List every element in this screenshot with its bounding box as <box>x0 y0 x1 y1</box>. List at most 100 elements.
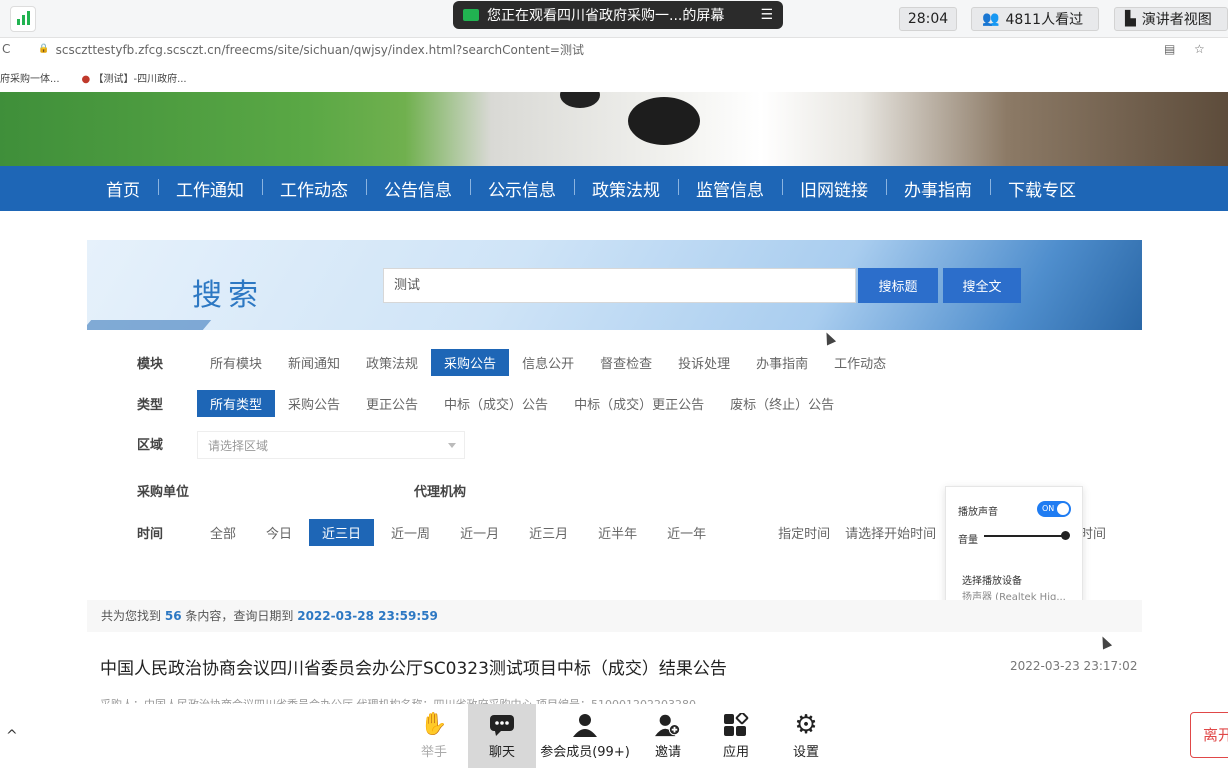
module-option[interactable]: 政策法规 <box>353 349 431 376</box>
meeting-toolbar: ✋ 举手 聊天 参会成员(99+) 邀请 应用 ⚙ 设置 <box>0 704 1228 768</box>
volume-label: 音量 <box>958 535 978 546</box>
reader-icon[interactable]: ▤ <box>1164 42 1175 56</box>
chat-icon <box>489 713 515 737</box>
bookmark-item[interactable]: ● 【测试】-四川政府... <box>82 70 187 85</box>
type-option-selected[interactable]: 所有类型 <box>197 390 276 417</box>
star-icon[interactable]: ☆ <box>1194 42 1205 56</box>
meeting-top-bar: 您正在观看四川省政府采购一...的屏幕 ☰ 28:04 👥 4811人看过 ▙ … <box>0 0 1228 38</box>
module-option[interactable]: 工作动态 <box>821 349 899 376</box>
screen-share-banner[interactable]: 您正在观看四川省政府采购一...的屏幕 ☰ <box>453 1 783 29</box>
result-prefix: 共为您找到 <box>101 609 162 623</box>
nav-item-home[interactable]: 首页 <box>88 176 158 201</box>
mouse-cursor <box>1097 634 1113 650</box>
nav-item-policy[interactable]: 政策法规 <box>574 176 678 201</box>
agency-label: 代理机构 <box>414 485 467 500</box>
device-label: 选择播放设备 <box>962 576 1022 587</box>
nav-item-supervision[interactable]: 监管信息 <box>678 176 782 201</box>
members-label: 参会成员(99+) <box>540 744 630 760</box>
members-button[interactable]: 参会成员(99+) <box>540 704 630 768</box>
time-label: 时间 <box>137 527 164 542</box>
volume-slider[interactable] <box>984 531 1070 540</box>
play-sound-label: 播放声音 <box>958 507 998 518</box>
time-option[interactable]: 近一年 <box>654 519 719 546</box>
result-date: 2022-03-23 23:17:02 <box>1010 659 1138 673</box>
url-text[interactable]: scsczttestyfb.zfcg.scsczt.cn/freecms/sit… <box>56 41 584 58</box>
time-option[interactable]: 今日 <box>253 519 305 546</box>
custom-time-label: 指定时间 <box>778 527 831 542</box>
leave-button[interactable]: 离开 <box>1190 712 1228 758</box>
result-title-link[interactable]: 中国人民政治协商会议四川省委员会办公厅SC0323测试项目中标（成交）结果公告 <box>100 654 727 679</box>
volume-knob[interactable] <box>1061 531 1070 540</box>
meeting-timer: 28:04 <box>899 7 957 31</box>
decoration <box>87 320 212 330</box>
address-bar[interactable]: C 🔒 scsczttestyfb.zfcg.scsczt.cn/freecms… <box>0 38 1228 60</box>
nav-item-guide[interactable]: 办事指南 <box>886 176 990 201</box>
type-option[interactable]: 中标（成交）更正公告 <box>561 390 717 417</box>
raise-hand-button[interactable]: ✋ 举手 <box>400 704 468 768</box>
module-option[interactable]: 办事指南 <box>743 349 821 376</box>
time-option[interactable]: 全部 <box>197 519 249 546</box>
type-label: 类型 <box>137 398 164 413</box>
nav-item-publicity[interactable]: 公示信息 <box>470 176 574 201</box>
search-panel: 搜索 测试 搜标题 搜全文 <box>87 240 1142 330</box>
time-option[interactable]: 近一周 <box>378 519 443 546</box>
nav-item-old-links[interactable]: 旧网链接 <box>782 176 886 201</box>
result-summary: 共为您找到 56 条内容，查询日期到 2022-03-28 23:59:59 <box>87 600 1142 632</box>
sound-toggle[interactable]: ON <box>1037 501 1071 517</box>
gear-icon: ⚙ <box>794 709 818 740</box>
nav-item-work-notice[interactable]: 工作通知 <box>158 176 262 201</box>
end-time-input[interactable]: 时间 <box>1080 523 1106 542</box>
raise-hand-label: 举手 <box>420 744 447 760</box>
result-suffix: 条内容，查询日期到 <box>185 609 294 623</box>
chevron-down-icon <box>448 443 456 448</box>
start-time-input[interactable]: 请选择开始时间 <box>843 519 949 546</box>
invite-label: 邀请 <box>654 744 681 760</box>
panda-image <box>560 92 600 108</box>
time-option[interactable]: 近一月 <box>447 519 512 546</box>
module-option[interactable]: 投诉处理 <box>665 349 743 376</box>
time-option[interactable]: 近三月 <box>516 519 581 546</box>
menu-icon[interactable]: ☰ <box>760 7 773 23</box>
module-option[interactable]: 信息公开 <box>509 349 587 376</box>
purchaser-row: 采购单位 代理机构 <box>137 481 494 500</box>
viewer-count[interactable]: 👥 4811人看过 <box>971 7 1099 31</box>
apps-button[interactable]: 应用 <box>702 704 770 768</box>
signal-strength-icon[interactable] <box>10 6 36 32</box>
search-fulltext-button[interactable]: 搜全文 <box>943 268 1021 303</box>
nav-item-work-news[interactable]: 工作动态 <box>262 176 366 201</box>
search-input[interactable]: 测试 <box>383 268 856 303</box>
type-option[interactable]: 更正公告 <box>353 390 431 417</box>
add-user-icon <box>655 713 681 737</box>
emblem-icon: ● <box>81 73 91 85</box>
time-filter-row: 时间 全部 今日 近三日 近一周 近一月 近三月 近半年 近一年 指定时间 请选… <box>137 519 949 546</box>
screen-share-text: 您正在观看四川省政府采购一...的屏幕 <box>487 8 725 24</box>
view-mode-label: 演讲者视图 <box>1141 12 1212 28</box>
view-mode-button[interactable]: ▙ 演讲者视图 <box>1114 7 1228 31</box>
bookmark-item[interactable]: 府采购一体... <box>0 70 60 85</box>
type-option[interactable]: 中标（成交）公告 <box>431 390 561 417</box>
module-option-selected[interactable]: 采购公告 <box>431 349 510 376</box>
module-option[interactable]: 督查检查 <box>587 349 665 376</box>
type-option[interactable]: 废标（终止）公告 <box>717 390 847 417</box>
reload-icon[interactable]: C <box>2 42 10 56</box>
invite-button[interactable]: 邀请 <box>634 704 702 768</box>
time-option[interactable]: 近半年 <box>585 519 650 546</box>
viewer-count-text: 4811人看过 <box>1005 12 1084 28</box>
region-filter-row: 区域 <box>137 434 197 453</box>
nav-item-announcements[interactable]: 公告信息 <box>366 176 470 201</box>
chevron-up-icon[interactable]: ^ <box>6 728 18 744</box>
nav-item-downloads[interactable]: 下载专区 <box>990 176 1094 201</box>
region-select[interactable]: 请选择区域 <box>197 431 465 459</box>
chat-button[interactable]: 聊天 <box>468 704 536 768</box>
module-label: 模块 <box>137 357 164 372</box>
search-title-button[interactable]: 搜标题 <box>858 268 938 303</box>
type-option[interactable]: 采购公告 <box>275 390 353 417</box>
settings-button[interactable]: ⚙ 设置 <box>772 704 840 768</box>
result-count: 56 <box>164 609 182 623</box>
hand-icon: ✋ <box>420 712 448 737</box>
module-option[interactable]: 新闻通知 <box>275 349 353 376</box>
module-option[interactable]: 所有模块 <box>197 349 275 376</box>
panda-image <box>628 97 700 145</box>
time-option-selected[interactable]: 近三日 <box>309 519 375 546</box>
purchaser-label: 采购单位 <box>137 485 190 500</box>
